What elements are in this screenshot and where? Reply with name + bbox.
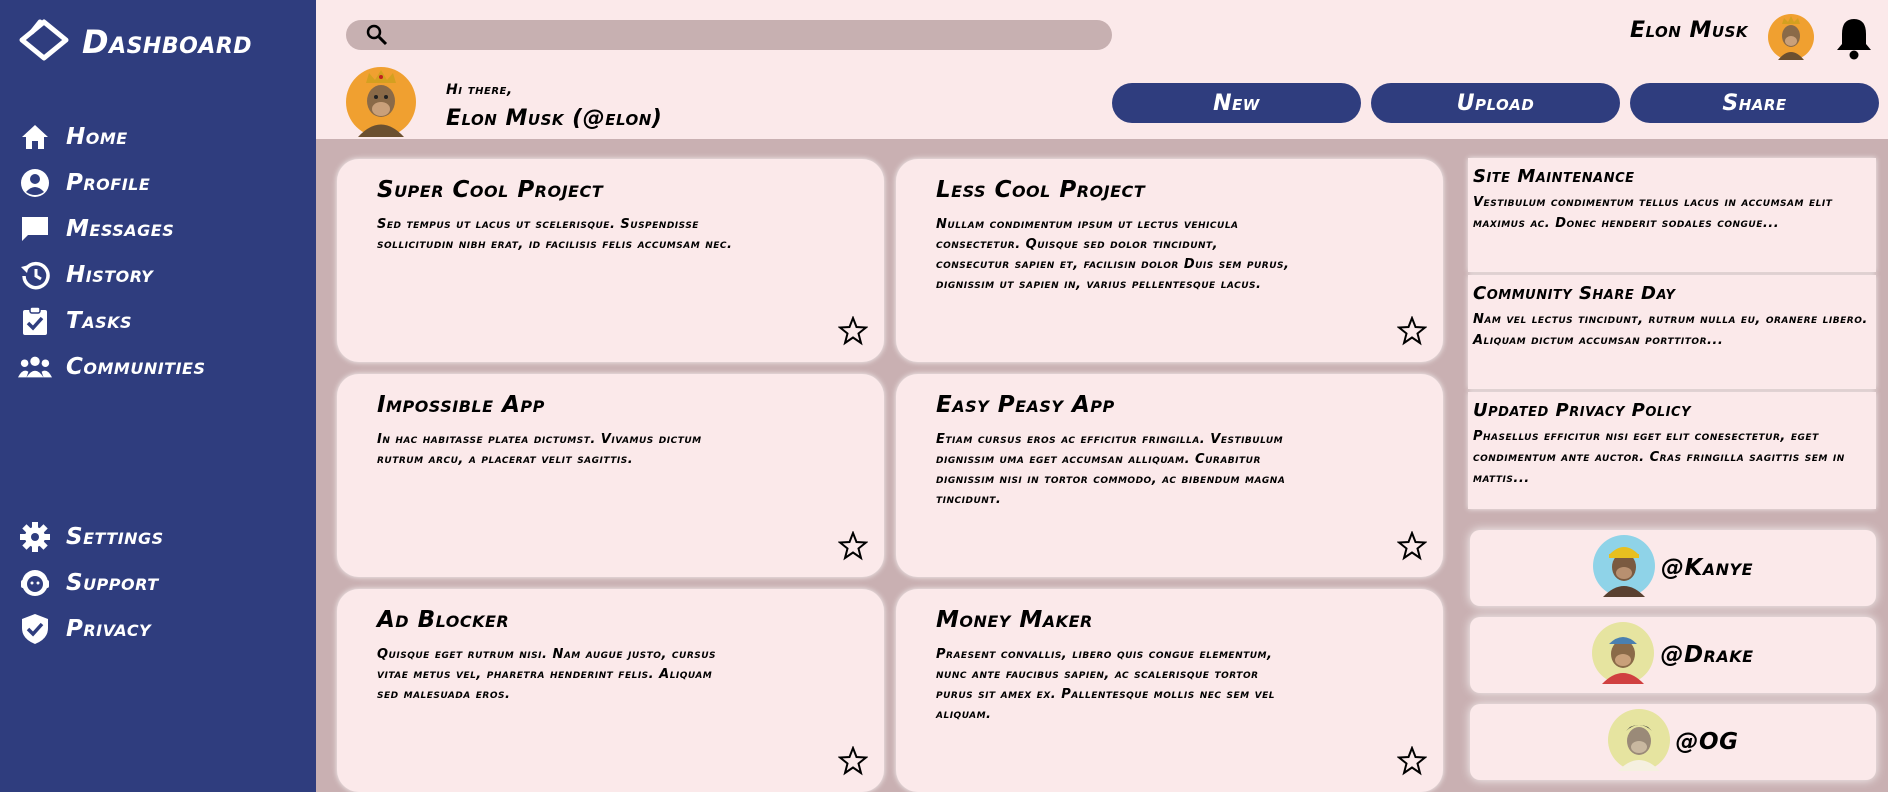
- announcement-title: Site Maintenance: [1473, 166, 1635, 187]
- announcement-text: Phasellus efficitur nisi eget elit cones…: [1473, 429, 1845, 486]
- project-card[interactable]: Money Maker Praesent convallis, libero q…: [896, 589, 1443, 792]
- project-title: Less Cool Project: [936, 177, 1146, 203]
- sidebar-item-history[interactable]: History: [18, 252, 298, 298]
- sidebar-item-communities[interactable]: Communities: [18, 344, 298, 390]
- new-button[interactable]: New: [1112, 83, 1361, 123]
- diamond-logo-icon: [18, 18, 70, 66]
- trending-user-og[interactable]: @OG: [1470, 704, 1876, 780]
- star-icon[interactable]: [837, 745, 869, 780]
- project-card[interactable]: Less Cool Project Nullam condimentum ips…: [896, 159, 1443, 362]
- project-card[interactable]: Ad Blocker Quisque eget rutrum nisi. Nam…: [337, 589, 884, 792]
- avatar: [1592, 622, 1655, 688]
- announcement-title: Updated Privacy Policy: [1473, 400, 1691, 421]
- brand[interactable]: Dashboard: [18, 18, 252, 66]
- star-icon[interactable]: [1396, 745, 1428, 780]
- sidebar-item-settings[interactable]: Settings: [18, 514, 298, 560]
- project-title: Super Cool Project: [377, 177, 604, 203]
- sidebar: Dashboard Home Profile Messages History: [0, 0, 316, 792]
- sidebar-item-support[interactable]: Support: [18, 560, 298, 606]
- greeting-text: Hi there,: [446, 82, 513, 98]
- sidebar-item-label: Support: [66, 570, 159, 596]
- clipboard-check-icon: [18, 304, 52, 338]
- trending-user-drake[interactable]: @Drake: [1470, 617, 1876, 693]
- project-title: Ad Blocker: [377, 607, 510, 633]
- avatar: [1592, 535, 1655, 601]
- shield-check-icon: [18, 612, 52, 646]
- sidebar-nav-main: Home Profile Messages History Tasks Comm…: [18, 114, 298, 390]
- bell-icon[interactable]: [1834, 16, 1874, 64]
- user-circle-icon: [18, 166, 52, 200]
- project-description: Nullam condimentum ipsum ut lectus vehic…: [936, 217, 1290, 292]
- sidebar-item-label: History: [66, 262, 154, 288]
- brand-title: Dashboard: [82, 23, 253, 61]
- announcement-text: Vestibulum condimentum tellus lacus in a…: [1473, 195, 1833, 231]
- user-avatar[interactable]: [1768, 14, 1814, 64]
- people-icon: [18, 350, 52, 384]
- profile-avatar[interactable]: [346, 67, 416, 141]
- sidebar-item-label: Communities: [66, 354, 206, 380]
- sidebar-item-home[interactable]: Home: [18, 114, 298, 160]
- share-button[interactable]: Share: [1630, 83, 1879, 123]
- project-title: Money Maker: [936, 607, 1093, 633]
- announcement[interactable]: Site Maintenance Vestibulum condimentum …: [1468, 158, 1876, 272]
- header: Elon Musk Hi there, Elon Musk (@elon) Ne…: [316, 0, 1888, 139]
- avatar: [1607, 709, 1670, 775]
- trending-user-kanye[interactable]: @Kanye: [1470, 530, 1876, 606]
- star-icon[interactable]: [837, 530, 869, 565]
- sidebar-item-label: Profile: [66, 170, 151, 196]
- trending-handle: @Kanye: [1660, 555, 1754, 581]
- project-description: Quisque eget rutrum nisi. Nam augue just…: [377, 647, 717, 702]
- sidebar-item-label: Privacy: [66, 616, 152, 642]
- announcement[interactable]: Updated Privacy Policy Phasellus efficit…: [1468, 392, 1876, 509]
- sidebar-item-tasks[interactable]: Tasks: [18, 298, 298, 344]
- announcement-text: Nam vel lectus tincidunt, rutrum nulla e…: [1473, 312, 1868, 348]
- project-title: Easy Peasy App: [936, 392, 1115, 418]
- project-description: Etiam cursus eros ac efficitur fringilla…: [936, 432, 1286, 507]
- sidebar-nav-secondary: Settings Support Privacy: [18, 514, 298, 652]
- project-card[interactable]: Super Cool Project Sed tempus ut lacus u…: [337, 159, 884, 362]
- message-icon: [18, 212, 52, 246]
- project-description: Sed tempus ut lacus ut scelerisque. Susp…: [377, 217, 733, 252]
- trending-handle: @Drake: [1660, 642, 1754, 668]
- star-icon[interactable]: [1396, 315, 1428, 350]
- announcement[interactable]: Community Share Day Nam vel lectus tinci…: [1468, 275, 1876, 389]
- user-name: Elon Musk: [1629, 18, 1748, 43]
- announcement-title: Community Share Day: [1473, 283, 1676, 304]
- search-input[interactable]: [346, 20, 1112, 50]
- gear-icon: [18, 520, 52, 554]
- action-buttons: New Upload Share: [1112, 83, 1879, 123]
- support-icon: [18, 566, 52, 600]
- project-description: In hac habitasse platea dictumst. Vivamu…: [377, 432, 702, 467]
- sidebar-item-label: Messages: [66, 216, 175, 242]
- sidebar-item-label: Settings: [66, 524, 164, 550]
- sidebar-item-profile[interactable]: Profile: [18, 160, 298, 206]
- history-icon: [18, 258, 52, 292]
- home-icon: [18, 120, 52, 154]
- sidebar-item-messages[interactable]: Messages: [18, 206, 298, 252]
- star-icon[interactable]: [1396, 530, 1428, 565]
- project-description: Praesent convallis, libero quis congue e…: [936, 647, 1275, 722]
- project-card[interactable]: Impossible App In hac habitasse platea d…: [337, 374, 884, 577]
- profile-name: Elon Musk (@elon): [446, 106, 663, 131]
- upload-button[interactable]: Upload: [1371, 83, 1620, 123]
- project-card[interactable]: Easy Peasy App Etiam cursus eros ac effi…: [896, 374, 1443, 577]
- sidebar-item-label: Home: [66, 124, 128, 150]
- search-icon: [366, 24, 388, 50]
- trending-handle: @OG: [1675, 729, 1739, 755]
- sidebar-item-privacy[interactable]: Privacy: [18, 606, 298, 652]
- sidebar-item-label: Tasks: [66, 308, 133, 334]
- project-title: Impossible App: [377, 392, 545, 418]
- star-icon[interactable]: [837, 315, 869, 350]
